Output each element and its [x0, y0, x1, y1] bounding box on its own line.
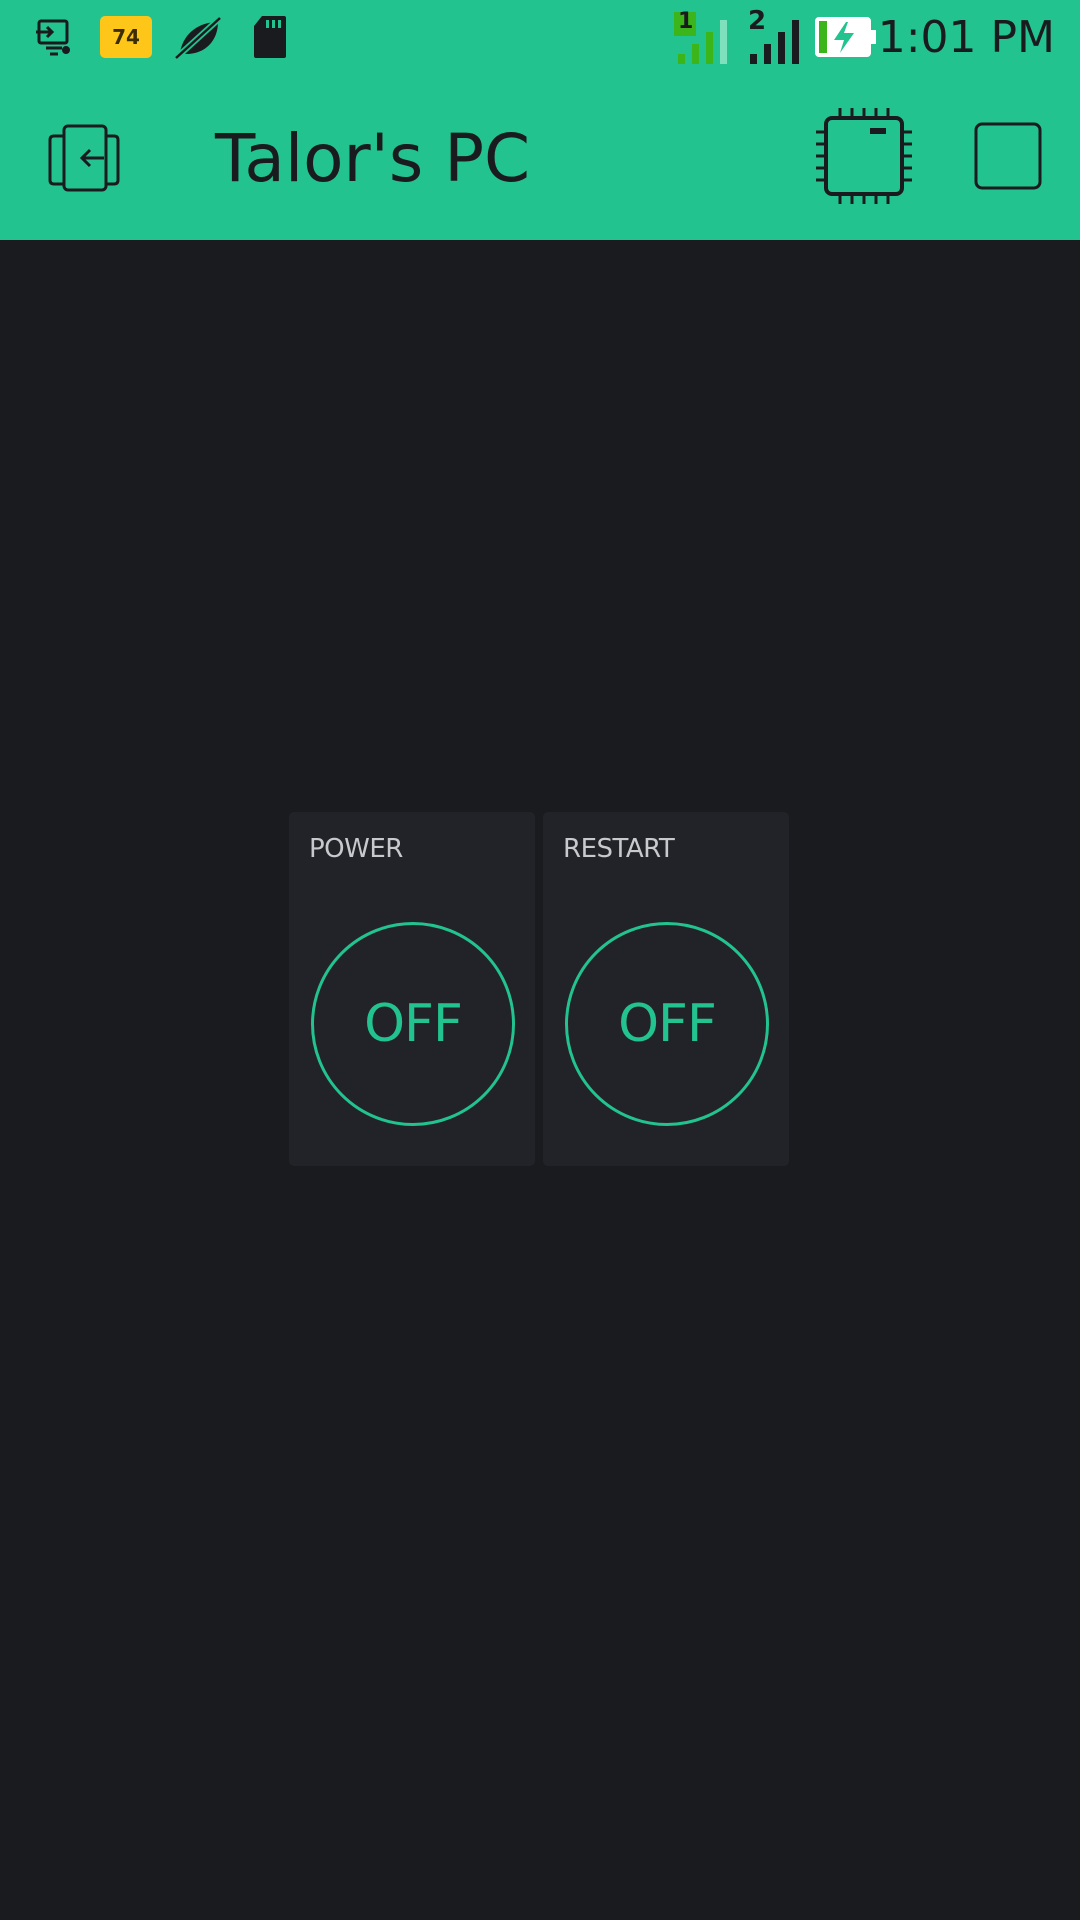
restart-toggle-state: OFF: [618, 994, 717, 1054]
sim1-label: 1: [678, 9, 694, 34]
power-toggle-button[interactable]: OFF: [311, 922, 515, 1126]
restart-toggle-button[interactable]: OFF: [565, 922, 769, 1126]
power-button-widget: POWER OFF: [289, 812, 535, 1166]
battery-charging-icon: [815, 17, 876, 57]
device-chip-icon[interactable]: [814, 106, 914, 206]
sim2-label: 2: [748, 6, 767, 36]
restart-widget-label: RESTART: [563, 834, 675, 864]
power-toggle-state: OFF: [364, 994, 463, 1054]
back-exit-icon[interactable]: [46, 122, 122, 194]
muted-leaf-icon: [173, 15, 223, 61]
stop-square-icon[interactable]: [974, 122, 1042, 190]
clock-time: 1:01 PM: [877, 12, 1055, 63]
screen-cast-icon: [36, 19, 70, 56]
notification-badge-icon: 74: [100, 16, 152, 58]
dashboard-canvas: [0, 240, 1080, 1920]
restart-button-widget: RESTART OFF: [543, 812, 789, 1166]
notification-badge-count: 74: [112, 25, 140, 49]
app-bar: Talor's PC: [0, 76, 1080, 240]
project-title: Talor's PC: [215, 120, 531, 197]
status-bar: 74 1 2 1:01 PM: [0, 0, 1080, 76]
power-widget-label: POWER: [309, 834, 403, 864]
sd-card-icon: [254, 16, 286, 58]
